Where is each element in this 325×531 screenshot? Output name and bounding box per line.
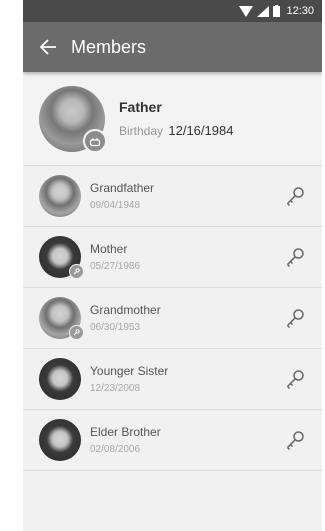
member-name: Elder Brother bbox=[90, 425, 161, 439]
signal-icon bbox=[257, 5, 270, 17]
avatar-wrap bbox=[39, 175, 81, 217]
member-list: Grandfather 09/04/1948 Mother 05/27/1986 bbox=[23, 166, 322, 471]
phone-screen: 12:30 Members Father Birthday 12/16/1984 bbox=[23, 0, 322, 531]
key-icon[interactable] bbox=[284, 185, 306, 207]
member-info: Grandfather 09/04/1948 bbox=[90, 181, 154, 211]
key-icon[interactable] bbox=[284, 307, 306, 329]
status-bar: 12:30 bbox=[23, 0, 322, 22]
birthday-label: Birthday bbox=[119, 124, 164, 138]
member-date: 12/23/2008 bbox=[90, 383, 141, 394]
member-date: 05/27/1986 bbox=[90, 261, 141, 272]
member-date: 09/04/1948 bbox=[90, 200, 141, 211]
member-row-grandfather[interactable]: Grandfather 09/04/1948 bbox=[23, 166, 322, 227]
avatar bbox=[39, 419, 81, 461]
member-name: Mother bbox=[90, 242, 128, 256]
key-icon[interactable] bbox=[284, 368, 306, 390]
member-row-mother[interactable]: Mother 05/27/1986 bbox=[23, 227, 322, 288]
page-title: Members bbox=[71, 36, 147, 57]
back-arrow-icon[interactable] bbox=[37, 36, 59, 58]
member-date: 02/08/2006 bbox=[90, 444, 141, 455]
member-info: Grandmother 06/30/1953 bbox=[90, 303, 161, 333]
member-row-younger-sister[interactable]: Younger Sister 12/23/2008 bbox=[23, 349, 322, 410]
avatar-wrap bbox=[39, 236, 84, 279]
avatar bbox=[39, 175, 81, 217]
key-icon[interactable] bbox=[284, 246, 306, 268]
avatar-wrap bbox=[39, 297, 84, 340]
member-row-elder-brother[interactable]: Elder Brother 02/08/2006 bbox=[23, 410, 322, 471]
member-name: Grandfather bbox=[90, 181, 155, 195]
member-info: Mother 05/27/1986 bbox=[90, 242, 140, 272]
owner-name: Father bbox=[119, 99, 162, 115]
birthday-date: 12/16/1984 bbox=[168, 123, 234, 138]
status-icons bbox=[239, 5, 281, 17]
member-date: 06/30/1953 bbox=[90, 322, 141, 333]
owner-birthday: Birthday 12/16/1984 bbox=[119, 123, 233, 138]
member-name: Grandmother bbox=[90, 303, 161, 317]
key-icon[interactable] bbox=[284, 429, 306, 451]
member-info: Elder Brother 02/08/2006 bbox=[90, 425, 161, 455]
member-info: Younger Sister 12/23/2008 bbox=[90, 364, 168, 394]
avatar-wrap bbox=[39, 358, 81, 400]
member-row-grandmother[interactable]: Grandmother 06/30/1953 bbox=[23, 288, 322, 349]
app-bar: Members bbox=[23, 22, 322, 72]
owner-info: Father Birthday 12/16/1984 bbox=[119, 99, 233, 138]
status-time: 12:30 bbox=[286, 5, 314, 17]
battery-icon bbox=[273, 5, 281, 17]
key-badge-icon bbox=[69, 325, 84, 340]
owner-avatar-wrap bbox=[39, 85, 107, 153]
owner-card[interactable]: Father Birthday 12/16/1984 bbox=[23, 72, 322, 166]
key-badge-icon bbox=[69, 264, 84, 279]
cake-icon bbox=[83, 128, 107, 153]
member-name: Younger Sister bbox=[90, 364, 169, 378]
avatar-wrap bbox=[39, 419, 81, 461]
avatar bbox=[39, 358, 81, 400]
wifi-icon bbox=[239, 5, 254, 17]
